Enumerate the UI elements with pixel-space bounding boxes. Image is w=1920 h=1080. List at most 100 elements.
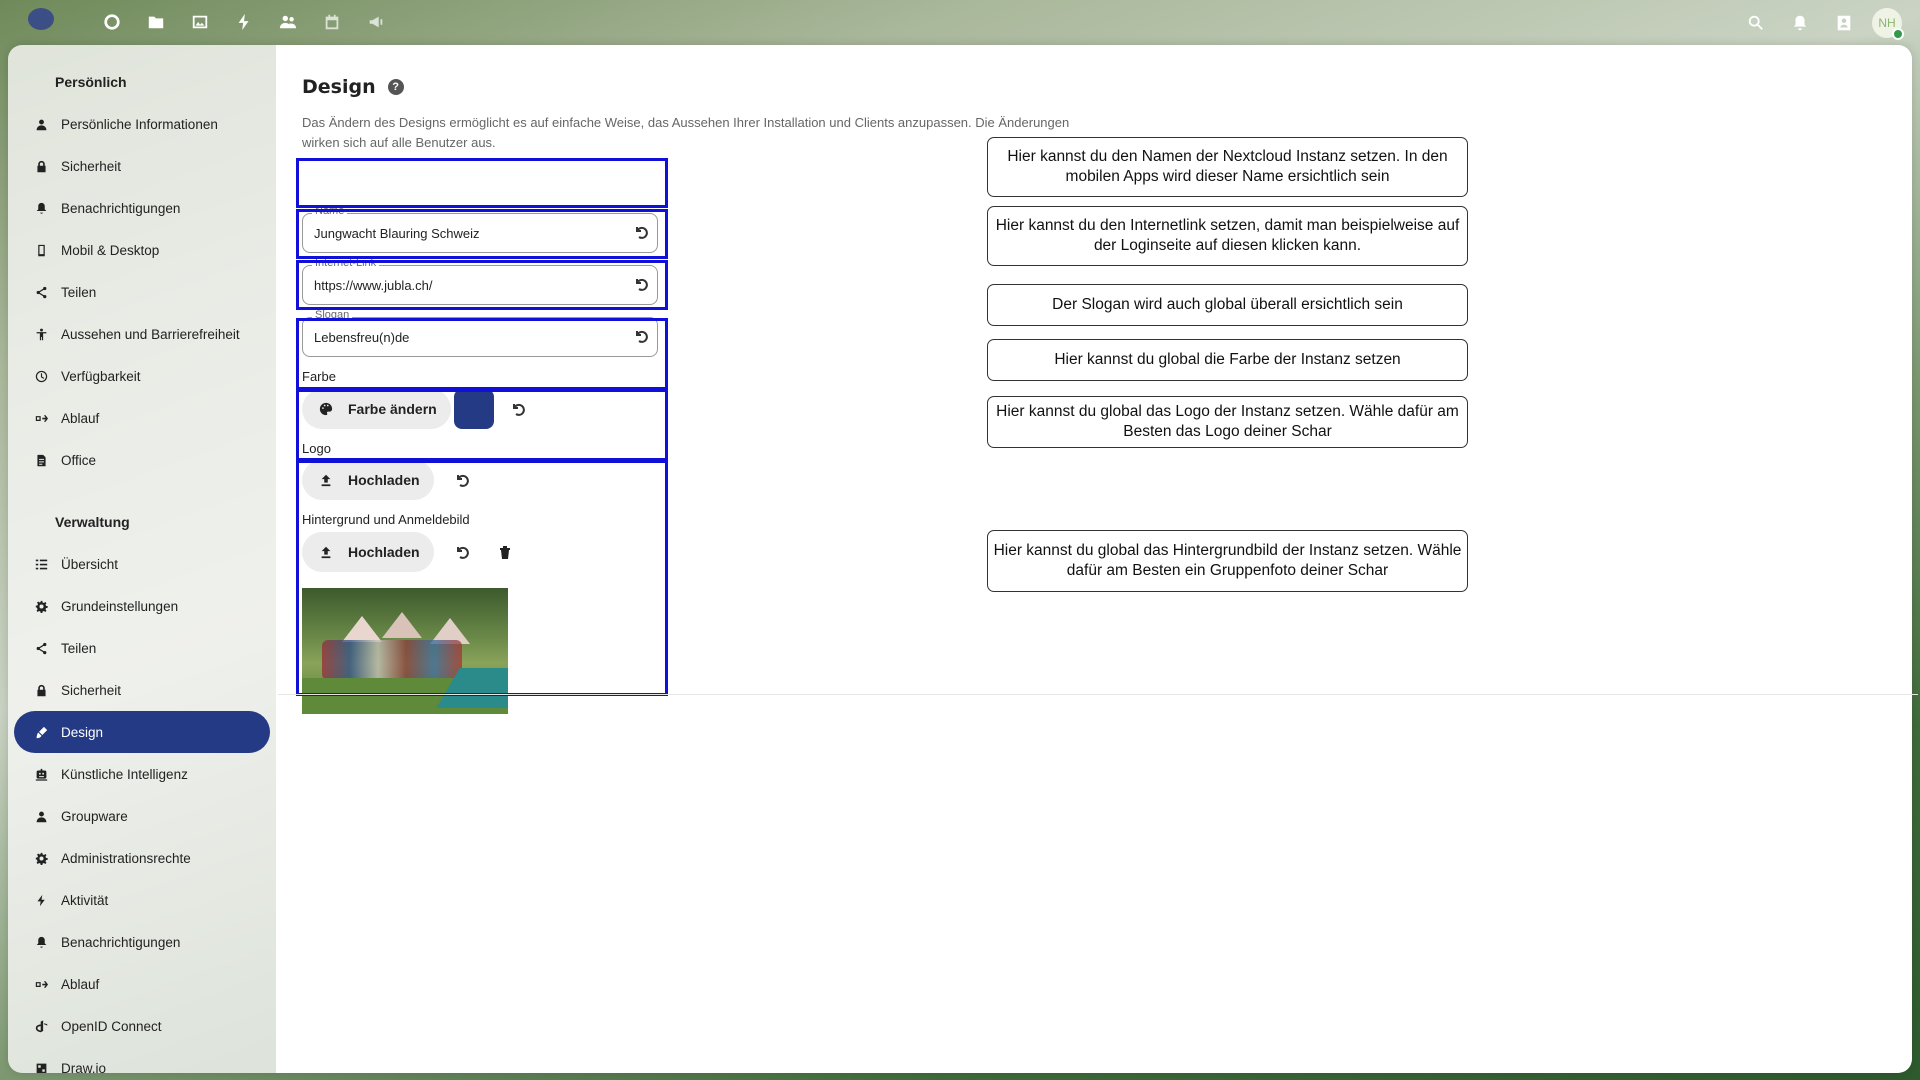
sidebar-item-label: Künstliche Intelligenz bbox=[61, 766, 188, 782]
section-divider bbox=[278, 694, 1918, 695]
sidebar-item-design[interactable]: Design bbox=[14, 711, 270, 753]
annotation-background: Hier kannst du global das Hintergrundbil… bbox=[987, 530, 1468, 592]
sidebar-item-benachrichtigungen[interactable]: Benachrichtigungen bbox=[14, 187, 270, 229]
list-icon bbox=[34, 557, 48, 571]
announcements-icon[interactable] bbox=[354, 10, 398, 34]
flow-icon bbox=[34, 411, 48, 425]
sidebar-item-mobil-desktop[interactable]: Mobil & Desktop bbox=[14, 229, 270, 271]
photos-icon[interactable] bbox=[178, 10, 222, 34]
header-right: NH bbox=[1734, 8, 1904, 40]
user-icon bbox=[34, 117, 48, 131]
sidebar-item-label: Groupware bbox=[61, 808, 128, 824]
sidebar-item-groupware[interactable]: Groupware bbox=[14, 795, 270, 837]
lock-icon bbox=[34, 159, 48, 173]
sidebar-item-label: Sicherheit bbox=[61, 682, 122, 698]
sidebar-item-openid-connect[interactable]: OpenID Connect bbox=[14, 1005, 270, 1047]
sidebar-item-label: Teilen bbox=[61, 640, 97, 656]
sidebar-item-übersicht[interactable]: Übersicht bbox=[14, 543, 270, 585]
sidebar-item-ablauf[interactable]: Ablauf bbox=[14, 963, 270, 1005]
groupware-icon bbox=[34, 809, 48, 823]
robot-icon bbox=[34, 767, 48, 781]
gear-icon bbox=[34, 599, 48, 613]
sidebar-item-grundeinstellungen[interactable]: Grundeinstellungen bbox=[14, 585, 270, 627]
design-description: Das Ändern des Designs ermöglicht es auf… bbox=[302, 115, 1070, 150]
highlight-link bbox=[296, 209, 668, 259]
sidebar-item-label: Design bbox=[61, 724, 104, 740]
personal-nav-list: Persönliche Informationen Sicherheit Benac… bbox=[8, 103, 276, 481]
sidebar-item-aussehen-und-barrierefreiheit[interactable]: Aussehen und Barrierefreiheit bbox=[14, 313, 270, 355]
sidebar-item-sicherheit[interactable]: Sicherheit bbox=[14, 669, 270, 711]
gear-icon bbox=[34, 851, 48, 865]
clock-icon bbox=[34, 369, 48, 383]
accessibility-icon bbox=[34, 327, 48, 341]
share-icon bbox=[34, 285, 48, 299]
highlight-logo bbox=[296, 389, 668, 461]
annotation-link: Hier kannst du den Internetlink setzen, … bbox=[987, 206, 1468, 266]
sidebar-item-label: Sicherheit bbox=[61, 158, 122, 174]
highlight-slogan bbox=[296, 260, 668, 310]
sidebar-item-verfügbarkeit[interactable]: Verfügbarkeit bbox=[14, 355, 270, 397]
sidebar-item-label: Teilen bbox=[61, 284, 97, 300]
page-title: Design bbox=[302, 76, 376, 98]
settings-sidebar: Persönlich Persönliche Informationen Sich… bbox=[8, 45, 276, 1073]
files-icon[interactable] bbox=[134, 10, 178, 34]
help-icon[interactable]: ? bbox=[387, 79, 404, 95]
avatar[interactable]: NH bbox=[1872, 8, 1904, 40]
sidebar-item-office[interactable]: Office bbox=[14, 439, 270, 481]
personal-caption: Persönlich bbox=[55, 74, 127, 90]
document-icon bbox=[34, 453, 48, 467]
top-bar: NH bbox=[0, 0, 1920, 45]
highlight-background bbox=[296, 460, 668, 696]
notifications-bell-icon[interactable] bbox=[1778, 9, 1822, 37]
contacts-menu-icon[interactable] bbox=[1822, 9, 1866, 37]
admin-nav-list: Übersicht Grundeinstellungen Teilen Sicherh… bbox=[8, 543, 276, 1073]
sidebar-item-teilen[interactable]: Teilen bbox=[14, 627, 270, 669]
sidebar-item-künstliche-intelligenz[interactable]: Künstliche Intelligenz bbox=[14, 753, 270, 795]
sidebar-item-label: Administrationsrechte bbox=[61, 850, 191, 866]
sidebar-item-aktivität[interactable]: Aktivität bbox=[14, 879, 270, 921]
sidebar-item-label: Draw.io bbox=[61, 1060, 107, 1074]
sidebar-item-label: Übersicht bbox=[61, 556, 119, 572]
highlight-name bbox=[296, 158, 668, 208]
app-menu bbox=[90, 10, 398, 34]
settings-content: Design ? Das Ändern des Designs ermöglic… bbox=[276, 45, 1912, 1073]
bell-icon bbox=[34, 201, 48, 215]
annotation-color: Hier kannst du global die Farbe der Inst… bbox=[987, 339, 1468, 381]
sidebar-item-label: Office bbox=[61, 452, 97, 468]
brush-icon bbox=[34, 725, 48, 739]
dashboard-icon[interactable] bbox=[90, 10, 134, 34]
annotation-name: Hier kannst du den Namen der Nextcloud I… bbox=[987, 137, 1468, 197]
sidebar-item-label: Verfügbarkeit bbox=[61, 368, 141, 384]
lock-icon bbox=[34, 683, 48, 697]
drawio-icon bbox=[34, 1061, 48, 1073]
sidebar-item-label: Ablauf bbox=[61, 410, 100, 426]
sidebar-item-label: Aussehen und Barrierefreiheit bbox=[61, 326, 240, 342]
sidebar-item-label: OpenID Connect bbox=[61, 1018, 162, 1034]
sidebar-item-label: Persönliche Informationen bbox=[61, 116, 218, 132]
share-icon bbox=[34, 641, 48, 655]
annotation-slogan: Der Slogan wird auch global überall ersi… bbox=[987, 284, 1468, 326]
nextcloud-logo[interactable] bbox=[28, 8, 54, 30]
sidebar-item-label: Ablauf bbox=[61, 976, 100, 992]
sidebar-item-sicherheit[interactable]: Sicherheit bbox=[14, 145, 270, 187]
phone-icon bbox=[34, 243, 48, 257]
sidebar-item-label: Benachrichtigungen bbox=[61, 934, 181, 950]
sidebar-item-persönliche-informationen[interactable]: Persönliche Informationen bbox=[14, 103, 270, 145]
sidebar-item-teilen[interactable]: Teilen bbox=[14, 271, 270, 313]
sidebar-item-ablauf[interactable]: Ablauf bbox=[14, 397, 270, 439]
activity-icon[interactable] bbox=[222, 10, 266, 34]
openid-icon bbox=[34, 1019, 48, 1033]
sidebar-item-label: Benachrichtigungen bbox=[61, 200, 181, 216]
sidebar-item-benachrichtigungen[interactable]: Benachrichtigungen bbox=[14, 921, 270, 963]
sidebar-item-draw-io[interactable]: Draw.io bbox=[14, 1047, 270, 1073]
activity-icon bbox=[34, 893, 48, 907]
sidebar-item-label: Aktivität bbox=[61, 892, 109, 908]
flow-icon bbox=[34, 977, 48, 991]
sidebar-item-administrationsrechte[interactable]: Administrationsrechte bbox=[14, 837, 270, 879]
search-icon[interactable] bbox=[1734, 9, 1778, 37]
app-container: Persönlich Persönliche Informationen Sich… bbox=[8, 45, 1912, 1073]
calendar-icon[interactable] bbox=[310, 10, 354, 34]
admin-caption: Verwaltung bbox=[55, 514, 130, 530]
highlight-color bbox=[296, 318, 668, 390]
contacts-icon[interactable] bbox=[266, 10, 310, 34]
